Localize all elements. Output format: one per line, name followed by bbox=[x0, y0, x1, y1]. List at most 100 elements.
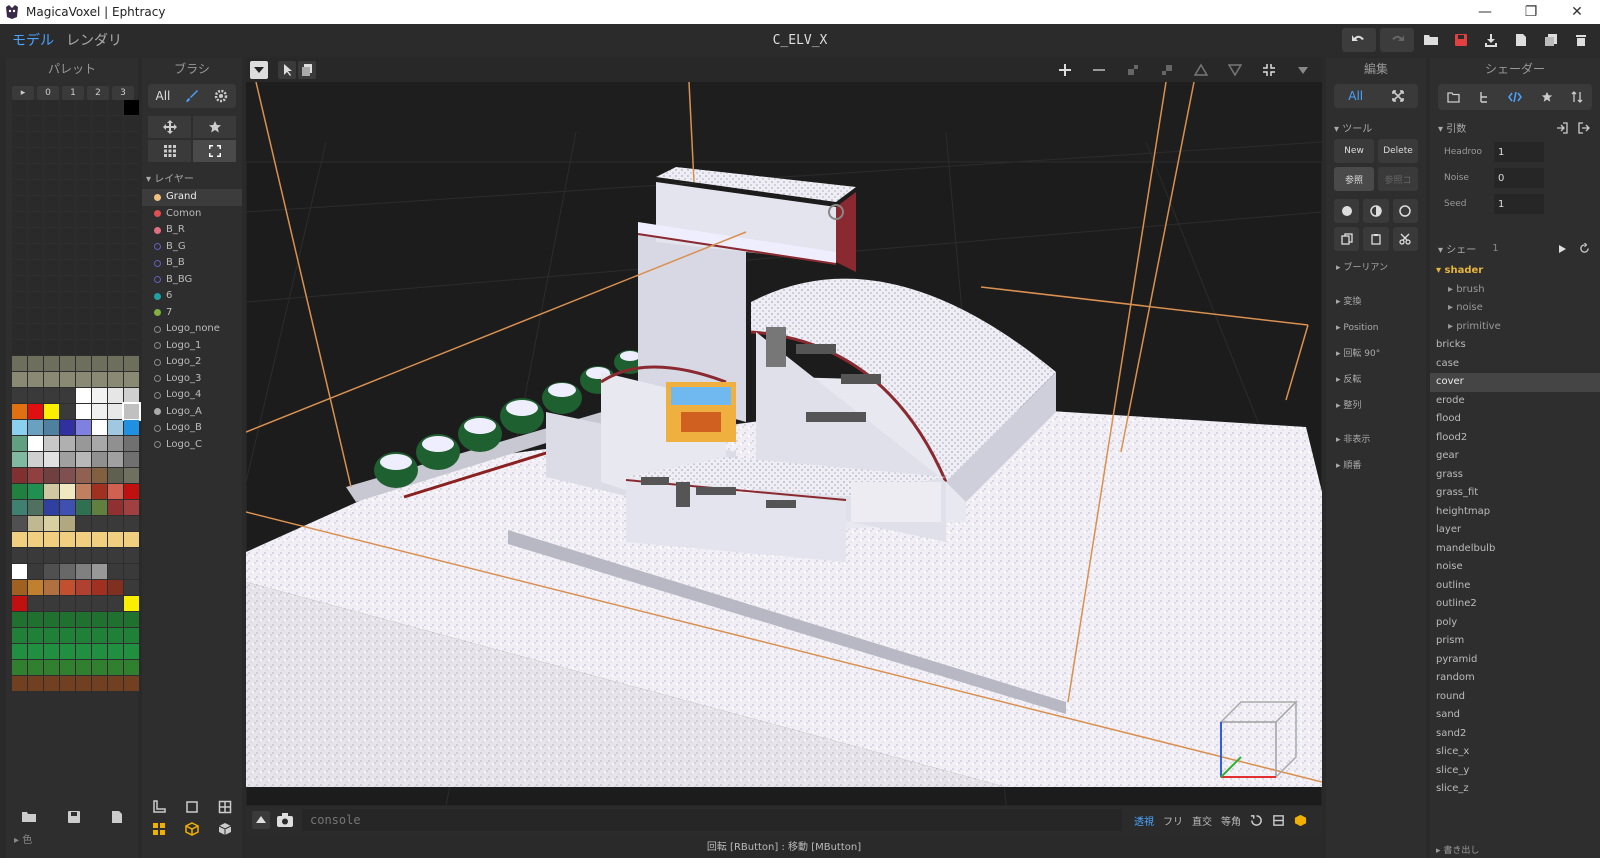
color-swatch[interactable] bbox=[76, 132, 91, 147]
color-swatch[interactable] bbox=[108, 660, 123, 675]
color-swatch[interactable] bbox=[44, 660, 59, 675]
3d-viewport[interactable] bbox=[246, 58, 1322, 806]
color-swatch[interactable] bbox=[76, 596, 91, 611]
color-swatch[interactable] bbox=[92, 516, 107, 531]
shader-item[interactable]: bricks bbox=[1430, 336, 1600, 355]
color-swatch[interactable] bbox=[60, 148, 75, 163]
layer-item[interactable]: Logo_C bbox=[142, 437, 242, 454]
color-swatch[interactable] bbox=[44, 388, 59, 403]
color-swatch[interactable] bbox=[92, 372, 107, 387]
color-swatch[interactable] bbox=[12, 676, 27, 691]
color-swatch[interactable] bbox=[12, 356, 27, 371]
layer-item[interactable]: Comon bbox=[142, 206, 242, 223]
layer-color-dot[interactable] bbox=[154, 424, 161, 432]
color-swatch[interactable] bbox=[108, 276, 123, 291]
layer-item[interactable]: Logo_none bbox=[142, 321, 242, 338]
color-swatch[interactable] bbox=[44, 164, 59, 179]
color-swatch[interactable] bbox=[28, 340, 43, 355]
shader-arg-input[interactable] bbox=[1494, 194, 1544, 214]
layer-color-dot[interactable] bbox=[154, 342, 161, 350]
color-swatch[interactable] bbox=[60, 564, 75, 579]
square-icon[interactable] bbox=[185, 800, 199, 814]
color-swatch[interactable] bbox=[124, 596, 139, 611]
color-swatch[interactable] bbox=[76, 468, 91, 483]
color-swatch[interactable] bbox=[12, 420, 27, 435]
color-swatch[interactable] bbox=[12, 564, 27, 579]
export-section[interactable]: ▸ 書き出し bbox=[1436, 843, 1479, 856]
color-swatch[interactable] bbox=[60, 420, 75, 435]
color-swatch[interactable] bbox=[92, 596, 107, 611]
intersect-button[interactable] bbox=[1363, 199, 1389, 223]
layer-color-dot[interactable] bbox=[154, 210, 161, 218]
color-swatch[interactable] bbox=[44, 532, 59, 547]
color-swatch[interactable] bbox=[12, 628, 27, 643]
color-swatch[interactable] bbox=[76, 420, 91, 435]
color-swatch[interactable] bbox=[76, 148, 91, 163]
zoom-in-icon[interactable] bbox=[1058, 63, 1072, 77]
color-swatch[interactable] bbox=[12, 180, 27, 195]
color-swatch[interactable] bbox=[108, 116, 123, 131]
color-swatch[interactable] bbox=[60, 212, 75, 227]
zoom-out-icon[interactable] bbox=[1092, 63, 1106, 77]
color-swatch[interactable] bbox=[60, 436, 75, 451]
color-swatch[interactable] bbox=[44, 468, 59, 483]
color-swatch[interactable] bbox=[124, 244, 139, 259]
color-swatch[interactable] bbox=[92, 196, 107, 211]
color-swatch[interactable] bbox=[124, 324, 139, 339]
color-swatch[interactable] bbox=[28, 356, 43, 371]
color-swatch[interactable] bbox=[12, 500, 27, 515]
color-swatch[interactable] bbox=[124, 420, 139, 435]
select-cursor-icon[interactable] bbox=[278, 61, 296, 79]
color-swatch[interactable] bbox=[60, 308, 75, 323]
layer-add-icon[interactable] bbox=[152, 800, 166, 814]
color-swatch[interactable] bbox=[44, 580, 59, 595]
color-swatch[interactable] bbox=[60, 548, 75, 563]
shader-item[interactable]: case bbox=[1430, 355, 1600, 374]
color-swatch[interactable] bbox=[28, 516, 43, 531]
shader-item[interactable]: round bbox=[1430, 688, 1600, 707]
color-swatch[interactable] bbox=[124, 452, 139, 467]
shader-arg-input[interactable] bbox=[1494, 168, 1544, 188]
brush-filter-all[interactable]: All bbox=[156, 89, 171, 103]
subtract-button[interactable] bbox=[1392, 199, 1418, 223]
view-mode-iso[interactable]: 等角 bbox=[1221, 813, 1241, 828]
color-swatch[interactable] bbox=[124, 276, 139, 291]
color-swatch[interactable] bbox=[92, 676, 107, 691]
export-icon[interactable] bbox=[1578, 121, 1590, 134]
shader-item[interactable]: sand bbox=[1430, 706, 1600, 725]
color-swatch[interactable] bbox=[124, 660, 139, 675]
refresh-icon[interactable] bbox=[1579, 243, 1590, 254]
color-swatch[interactable] bbox=[44, 420, 59, 435]
color-swatch[interactable] bbox=[44, 436, 59, 451]
cube-solid-icon[interactable] bbox=[218, 822, 232, 836]
color-swatch[interactable] bbox=[108, 404, 123, 419]
color-swatch[interactable] bbox=[60, 372, 75, 387]
tab-model[interactable]: モデル bbox=[12, 30, 54, 50]
color-swatch[interactable] bbox=[28, 612, 43, 627]
file-icon[interactable] bbox=[111, 810, 123, 824]
color-swatch[interactable] bbox=[28, 484, 43, 499]
color-swatch[interactable] bbox=[124, 228, 139, 243]
color-swatch[interactable] bbox=[124, 340, 139, 355]
color-swatch[interactable] bbox=[44, 596, 59, 611]
color-swatch[interactable] bbox=[28, 228, 43, 243]
color-swatch[interactable] bbox=[44, 356, 59, 371]
color-swatch[interactable] bbox=[28, 388, 43, 403]
color-swatch[interactable] bbox=[60, 244, 75, 259]
triangle-up-icon[interactable] bbox=[1194, 63, 1208, 77]
shader-item[interactable]: noise bbox=[1430, 558, 1600, 577]
color-swatch[interactable] bbox=[44, 276, 59, 291]
color-swatch[interactable] bbox=[44, 500, 59, 515]
color-swatch[interactable] bbox=[124, 116, 139, 131]
layer-item[interactable]: Logo_A bbox=[142, 404, 242, 421]
color-swatch[interactable] bbox=[92, 148, 107, 163]
layers-title[interactable]: ▾ レイヤー bbox=[146, 170, 242, 185]
color-swatch[interactable] bbox=[124, 100, 139, 115]
shader-item[interactable]: erode bbox=[1430, 392, 1600, 411]
color-swatch[interactable] bbox=[12, 532, 27, 547]
color-swatch[interactable] bbox=[12, 308, 27, 323]
color-swatch[interactable] bbox=[28, 212, 43, 227]
color-swatch[interactable] bbox=[76, 276, 91, 291]
shader-item[interactable]: mandelbulb bbox=[1430, 540, 1600, 559]
layer-color-dot[interactable] bbox=[154, 408, 161, 416]
